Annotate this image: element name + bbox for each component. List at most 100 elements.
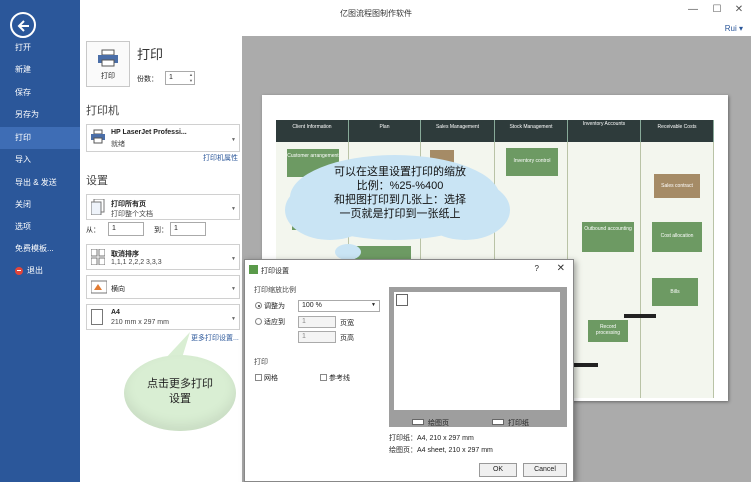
adjust-label: 调整为 bbox=[264, 303, 285, 310]
sidebar-item-exit[interactable]: 退出 bbox=[0, 260, 80, 282]
print-paper-swatch bbox=[492, 419, 504, 425]
sidebar-item-new[interactable]: 新建 bbox=[0, 59, 80, 81]
help-button[interactable]: ? bbox=[535, 264, 539, 273]
scale-value: 100 % bbox=[302, 302, 322, 309]
sidebar-item-exit-label: 退出 bbox=[27, 266, 43, 275]
cloud-line: 比例：%25-%400 bbox=[356, 180, 444, 192]
cloud-callout-text: 可以在这里设置打印的缩放 比例：%25-%400 和把图打印到几张上：选择 一页… bbox=[310, 165, 490, 221]
scale-group-title: 打印缩放比例 bbox=[254, 287, 296, 294]
sidebar-item-templates[interactable]: 免费模板... bbox=[0, 238, 80, 260]
lane-header: Stock Management bbox=[495, 120, 568, 142]
back-button[interactable] bbox=[10, 12, 36, 38]
drawing-page-swatch bbox=[412, 419, 424, 425]
drawing-page-info: 绘图页：A4 sheet, 210 x 297 mm bbox=[389, 447, 493, 454]
chevron-down-icon: ▼ bbox=[231, 136, 236, 143]
chevron-down-icon: ▼ bbox=[231, 315, 236, 322]
printer-name: HP LaserJet Professi... bbox=[111, 129, 187, 136]
fit-radio[interactable] bbox=[255, 318, 262, 325]
lane-header: Inventory Accounts bbox=[568, 120, 641, 142]
flow-arrow bbox=[624, 314, 656, 318]
dialog-app-icon bbox=[249, 265, 258, 274]
printer-icon bbox=[98, 49, 118, 67]
adjust-radio[interactable] bbox=[255, 302, 262, 309]
lane-header: Receivable Costs bbox=[641, 120, 714, 142]
print-range-select[interactable]: 打印所有页 打印整个文档 ▼ bbox=[86, 194, 240, 220]
printer-status: 就绪 bbox=[111, 141, 125, 148]
collate-icon bbox=[91, 249, 105, 265]
scale-preview-page bbox=[394, 292, 560, 410]
sidebar-item-options[interactable]: 选项 bbox=[0, 216, 80, 238]
flow-node: Sales contract bbox=[654, 174, 700, 198]
settings-section-title: 设置 bbox=[86, 175, 108, 187]
cancel-button[interactable]: Cancel bbox=[523, 463, 567, 477]
page-wide-label: 页宽 bbox=[340, 320, 354, 327]
maximize-button[interactable]: ☐ bbox=[710, 4, 724, 15]
guides-checkbox[interactable] bbox=[320, 374, 327, 381]
sidebar-item-save[interactable]: 保存 bbox=[0, 82, 80, 104]
chevron-down-icon: ▼ bbox=[231, 205, 236, 212]
from-value: 1 bbox=[112, 225, 116, 232]
cloud-line: 和把图打印到几张上：选择 bbox=[334, 194, 466, 206]
printer-properties-link[interactable]: 打印机属性 bbox=[203, 153, 238, 163]
copies-label: 份数： bbox=[137, 76, 158, 83]
bubble-line: 点击更多打印 bbox=[147, 378, 213, 390]
print-button[interactable]: 打印 bbox=[86, 41, 130, 87]
fit-width-value: 1 bbox=[302, 318, 306, 325]
paper-icon bbox=[91, 309, 103, 325]
chevron-down-icon: ▼ bbox=[371, 302, 376, 308]
collate-select[interactable]: 取消排序 1,1,1 2,2,2 3,3,3 ▼ bbox=[86, 244, 240, 270]
scale-input[interactable]: 100 % ▼ bbox=[298, 300, 380, 312]
dialog-title: 打印设置 bbox=[261, 268, 289, 275]
preview-drawing-mark bbox=[396, 294, 408, 306]
printer-section-title: 打印机 bbox=[86, 105, 119, 117]
page-high-label: 页高 bbox=[340, 335, 354, 342]
flow-node: Record processing bbox=[588, 320, 628, 342]
ok-button[interactable]: OK bbox=[479, 463, 517, 477]
close-window-button[interactable]: ✕ bbox=[732, 4, 746, 15]
user-account[interactable]: Rui ▾ bbox=[725, 24, 743, 33]
from-label: 从： bbox=[86, 227, 100, 234]
fit-height-value: 1 bbox=[302, 333, 306, 340]
orientation-value: 横向 bbox=[111, 286, 125, 293]
sidebar-item-close[interactable]: 关闭 bbox=[0, 194, 80, 216]
user-name: Rui bbox=[724, 24, 737, 33]
fit-width-input[interactable]: 1 bbox=[298, 316, 336, 328]
to-label: 到： bbox=[154, 227, 168, 234]
flow-node bbox=[353, 246, 411, 260]
minimize-button[interactable]: — bbox=[686, 4, 700, 15]
sidebar-item-import[interactable]: 导入 bbox=[0, 149, 80, 171]
copies-spinner[interactable]: ▲ ▼ bbox=[189, 72, 193, 84]
from-input[interactable]: 1 bbox=[108, 222, 144, 236]
cloud-line: 一页就是打印到一张纸上 bbox=[339, 208, 461, 220]
flow-node: Bills bbox=[652, 278, 698, 306]
lane-header: Sales Management bbox=[421, 120, 495, 142]
paper-size-title: A4 bbox=[111, 309, 120, 316]
orientation-select[interactable]: 横向 ▼ bbox=[86, 275, 240, 299]
collate-title: 取消排序 bbox=[111, 251, 139, 258]
landscape-icon bbox=[91, 280, 107, 294]
to-input[interactable]: 1 bbox=[170, 222, 206, 236]
sidebar-item-save-as[interactable]: 另存为 bbox=[0, 104, 80, 126]
sidebar-item-open[interactable]: 打开 bbox=[0, 37, 80, 59]
copies-input[interactable]: 1 ▲ ▼ bbox=[165, 71, 195, 85]
window-title: 亿图流程图制作软件 bbox=[340, 9, 412, 18]
copies-value: 1 bbox=[169, 74, 173, 81]
print-range-sub: 打印整个文档 bbox=[111, 211, 153, 218]
print-paper-info: 打印纸：A4, 210 x 297 mm bbox=[389, 435, 474, 442]
pages-icon bbox=[91, 199, 105, 215]
collate-sub: 1,1,1 2,2,2 3,3,3 bbox=[111, 259, 162, 266]
lane-header: Plan bbox=[349, 120, 421, 142]
dialog-close-button[interactable]: ✕ bbox=[557, 263, 565, 274]
fit-height-input[interactable]: 1 bbox=[298, 331, 336, 343]
guides-label: 参考线 bbox=[329, 375, 350, 382]
fit-label: 适应到 bbox=[264, 319, 285, 326]
lane bbox=[568, 142, 641, 398]
paper-size-select[interactable]: A4 210 mm x 297 mm ▼ bbox=[86, 304, 240, 330]
sidebar-item-print[interactable]: 打印 bbox=[0, 127, 80, 149]
cloud-puff bbox=[335, 244, 361, 260]
printer-select[interactable]: HP LaserJet Professi... 就绪 ▼ bbox=[86, 124, 240, 152]
cloud-line: 可以在这里设置打印的缩放 bbox=[334, 166, 466, 178]
sidebar-item-export[interactable]: 导出 & 发送 bbox=[0, 172, 80, 194]
lane-header: Client Information bbox=[276, 120, 349, 142]
grid-checkbox[interactable] bbox=[255, 374, 262, 381]
